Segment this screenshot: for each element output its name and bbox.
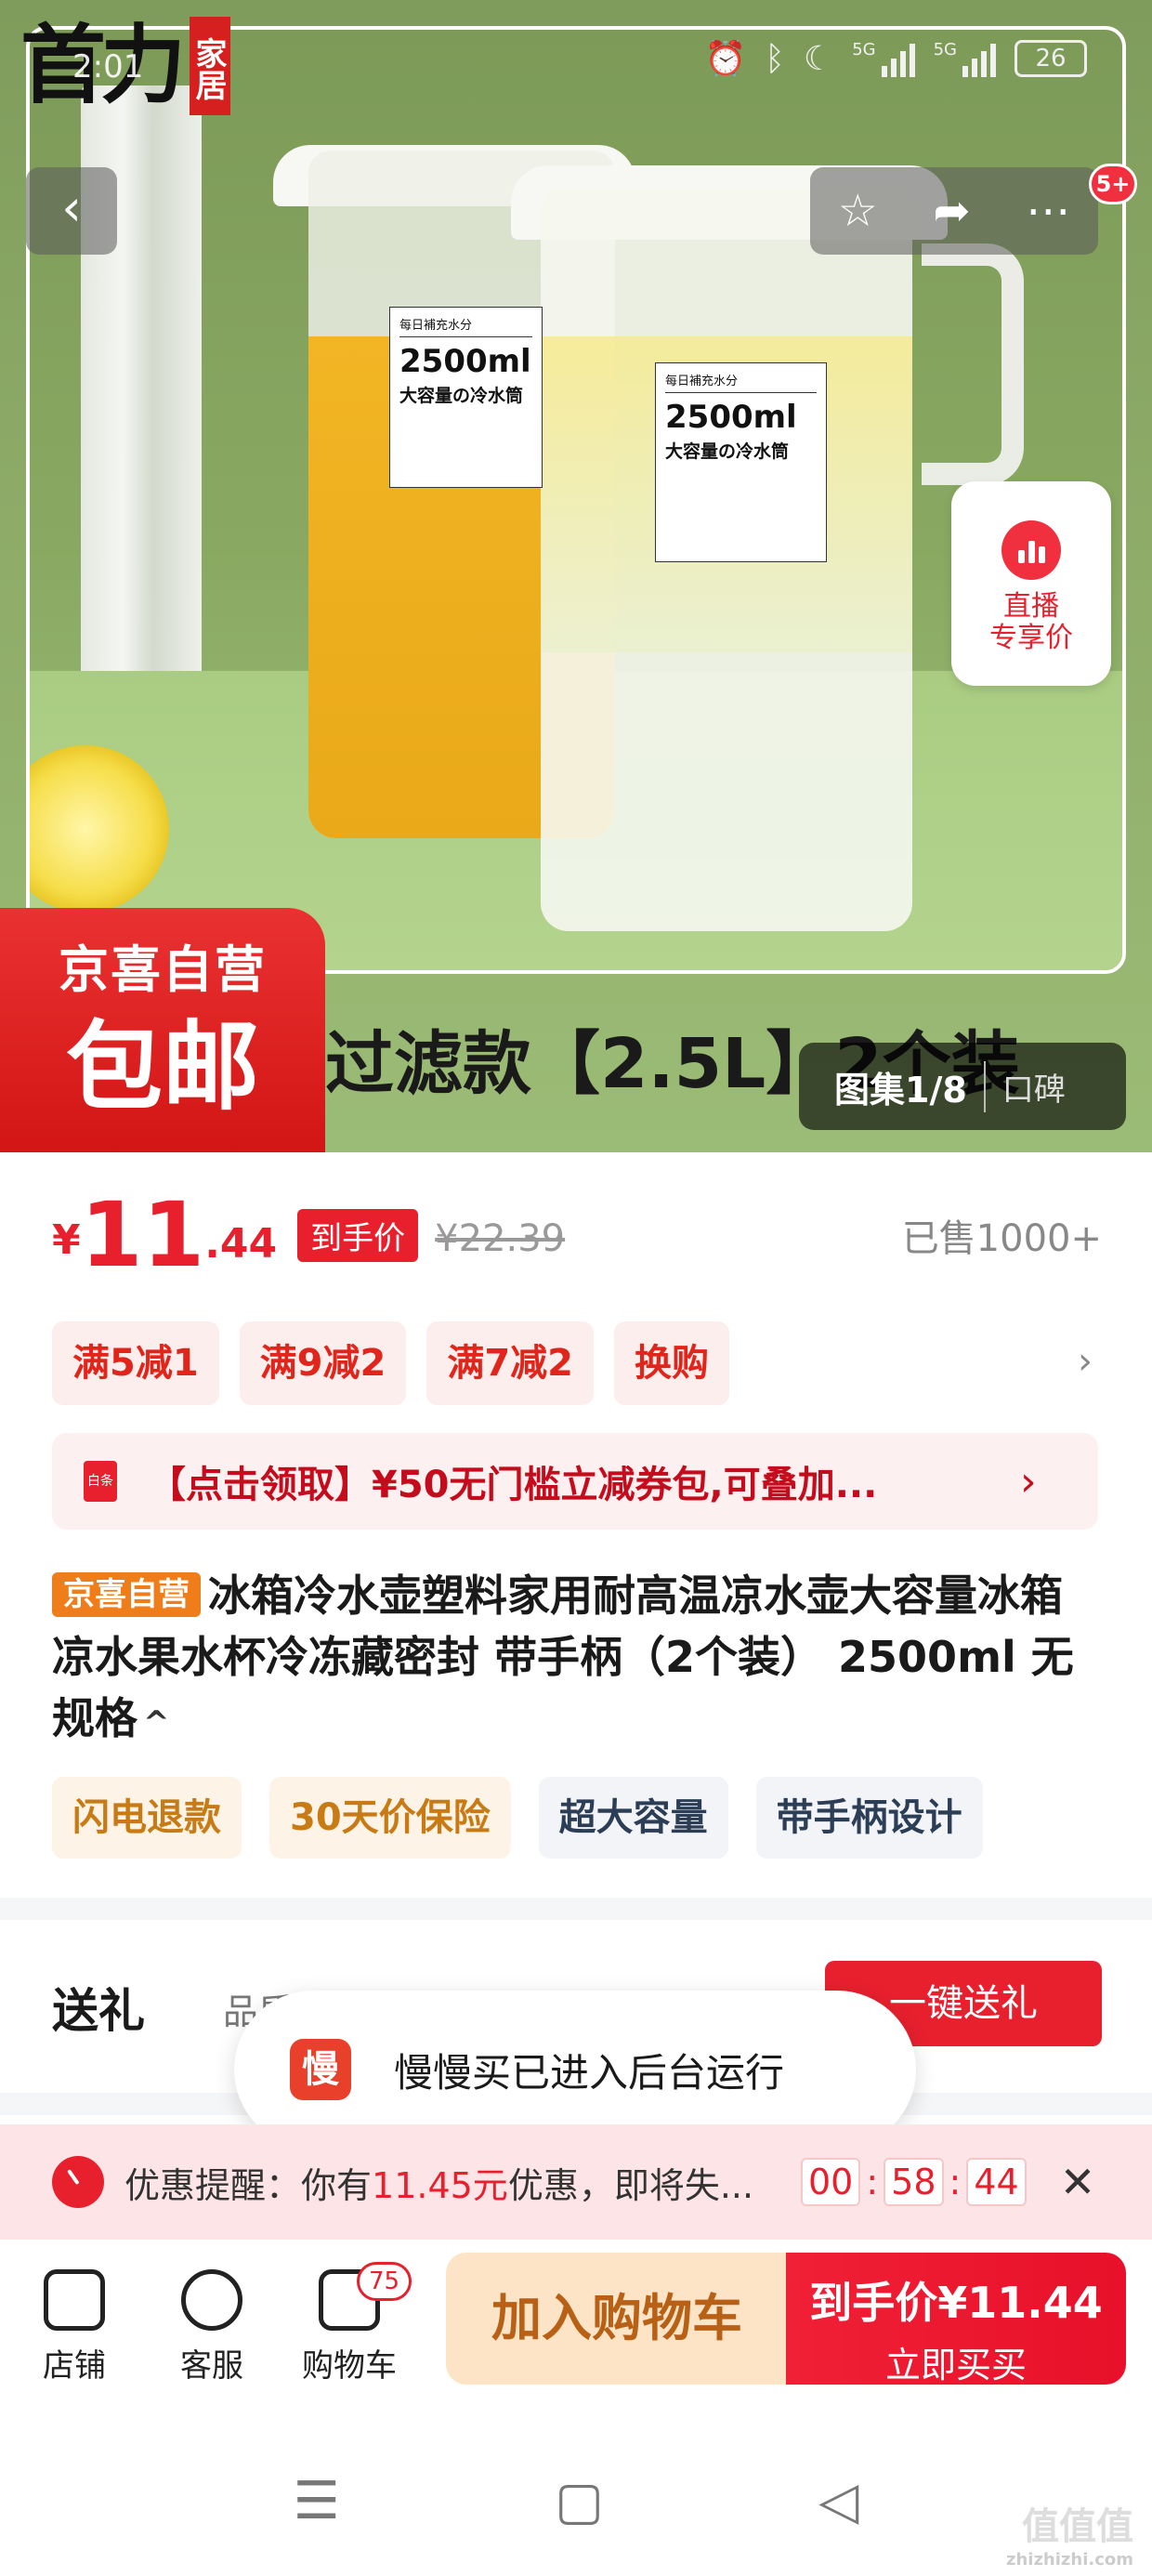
discount-reminder[interactable]: 优惠提醒：你有11.45元优惠，即将失... 00:58:44 ✕ <box>0 2124 1152 2240</box>
service-tag: 带手柄设计 <box>755 1777 983 1859</box>
status-time: 2:01 <box>72 48 144 85</box>
signal-icon: 5G <box>852 40 915 77</box>
alarm-icon: ⏰ <box>704 40 747 78</box>
promo-chip[interactable]: 满9减2 <box>239 1321 407 1405</box>
service-tag: 超大容量 <box>538 1777 728 1859</box>
clock-icon <box>52 2156 104 2208</box>
price-row: ¥ 11 .44 到手价 ¥22.39 已售1000+ <box>52 1182 1102 1287</box>
chevron-up-icon[interactable]: ^ <box>143 1704 170 1741</box>
customer-service-button[interactable]: 客服 <box>147 2258 277 2385</box>
close-icon[interactable]: ✕ <box>1060 2157 1096 2207</box>
product-gallery[interactable]: 每日補充水分 2500ml 大容量の冷水筒 每日補充水分 2500ml 大容量の… <box>0 0 1152 1152</box>
reminder-text: 优惠提醒：你有11.45元优惠，即将失... <box>124 2164 754 2206</box>
app-root: 每日補充水分 2500ml 大容量の冷水筒 每日補充水分 2500ml 大容量の… <box>0 0 1152 2576</box>
gallery-tab-reviews[interactable]: 口碑 <box>986 1064 1066 1110</box>
back-button[interactable]: ‹ <box>26 167 117 255</box>
promo-chip[interactable]: 满7减2 <box>426 1321 595 1405</box>
buy-now-button[interactable]: 到手价¥11.44 立即买买 <box>786 2253 1126 2385</box>
shop-icon <box>44 2269 105 2331</box>
chevron-right-icon: › <box>1020 1457 1037 1505</box>
baitiao-icon: 白条 <box>84 1461 117 1502</box>
cart-count-badge: 75 <box>357 2262 412 2301</box>
home-square-icon[interactable]: ▢ <box>555 2471 604 2531</box>
section-divider <box>0 1898 1152 1920</box>
menu-icon[interactable]: ☰ <box>294 2471 340 2531</box>
watermark: 值值值 zhizhizhi.com <box>1005 2505 1133 2569</box>
live-price-badge[interactable]: 直播 专享价 <box>951 481 1111 686</box>
promotion-row[interactable]: 满5减1 满9减2 满7减2 换购 › <box>52 1321 1102 1405</box>
notification-badge[interactable]: 5+ <box>1089 164 1137 204</box>
signal-icon-2: 5G <box>934 40 996 77</box>
system-navigation: ☰ ▢ ◁ <box>0 2425 1152 2576</box>
sold-count: 已售1000+ <box>901 1217 1102 1260</box>
header-actions: ☆ ➦ ⋯ <box>810 167 1098 255</box>
manmanmai-app-icon: 慢 <box>290 2039 351 2100</box>
jingxi-badge: 京喜自营 包邮 <box>0 908 325 1152</box>
add-to-cart-button[interactable]: 加入购物车 <box>446 2253 788 2385</box>
service-tags: 闪电退款 30天价保险 超大容量 带手柄设计 <box>52 1777 1102 1859</box>
price-currency: ¥ <box>52 1216 81 1264</box>
gift-title: 送礼 <box>52 1984 145 2038</box>
bottle-label-back: 每日補充水分 2500ml 大容量の冷水筒 <box>389 307 543 488</box>
coupon-text: 【点击领取】¥50无门槛立减券包,可叠加... <box>149 1464 878 1506</box>
coupon-banner[interactable]: 白条 【点击领取】¥50无门槛立减券包,可叠加... › <box>52 1433 1098 1530</box>
shop-button[interactable]: 店铺 <box>9 2258 139 2385</box>
chat-face-icon <box>181 2269 242 2331</box>
product-title-text: 冰箱冷水壶塑料家用耐高温凉水壶大容量冰箱凉水果水杯冷冻藏密封 带手柄（2个装） … <box>52 1571 1074 1743</box>
cart-button[interactable]: 75 购物车 <box>284 2258 414 2385</box>
price-integer: 11 <box>80 1182 205 1287</box>
toast-text: 慢慢买已进入后台运行 <box>394 2049 785 2096</box>
pitcher-handle <box>922 243 1024 485</box>
chevron-right-icon[interactable]: › <box>1078 1340 1093 1383</box>
back-triangle-icon[interactable]: ◁ <box>818 2471 858 2531</box>
product-title[interactable]: 京喜自营 冰箱冷水壶塑料家用耐高温凉水壶大容量冰箱凉水果水杯冷冻藏密封 带手柄（2… <box>52 1565 1102 1754</box>
share-icon[interactable]: ➦ <box>933 185 970 237</box>
favorite-star-icon[interactable]: ☆ <box>838 185 878 237</box>
original-price: ¥22.39 <box>435 1217 566 1260</box>
service-tag: 闪电退款 <box>52 1777 242 1859</box>
bluetooth-icon: ᛒ <box>765 39 785 78</box>
gallery-indicator[interactable]: 图集1/8 口碑 <box>799 1043 1126 1130</box>
gallery-count: 图集1/8 <box>799 1060 986 1112</box>
price-decimal: .44 <box>204 1220 278 1268</box>
jingxi-self-badge: 京喜自营 <box>52 1572 201 1617</box>
brand-logo-sub: 家居 <box>190 17 231 115</box>
live-icon <box>1001 520 1061 580</box>
status-bar-icons: ⏰ ᛒ ☾ 5G 5G 26 <box>704 39 1087 78</box>
battery-icon: 26 <box>1015 40 1087 77</box>
service-tag: 30天价保险 <box>269 1777 511 1859</box>
chevron-left-icon: ‹ <box>61 178 82 237</box>
moon-icon: ☾ <box>803 39 834 78</box>
bottle-label-front: 每日補充水分 2500ml 大容量の冷水筒 <box>655 362 827 562</box>
countdown-timer: 00:58:44 <box>801 2158 1027 2206</box>
promo-chip[interactable]: 满5减1 <box>52 1321 219 1405</box>
promo-chip[interactable]: 换购 <box>614 1321 730 1405</box>
more-icon[interactable]: ⋯ <box>1026 185 1070 237</box>
final-price-tag: 到手价 <box>297 1209 419 1262</box>
bottom-action-bar: 店铺 客服 75 购物车 加入购物车 到手价¥11.44 立即买买 <box>0 2240 1152 2425</box>
